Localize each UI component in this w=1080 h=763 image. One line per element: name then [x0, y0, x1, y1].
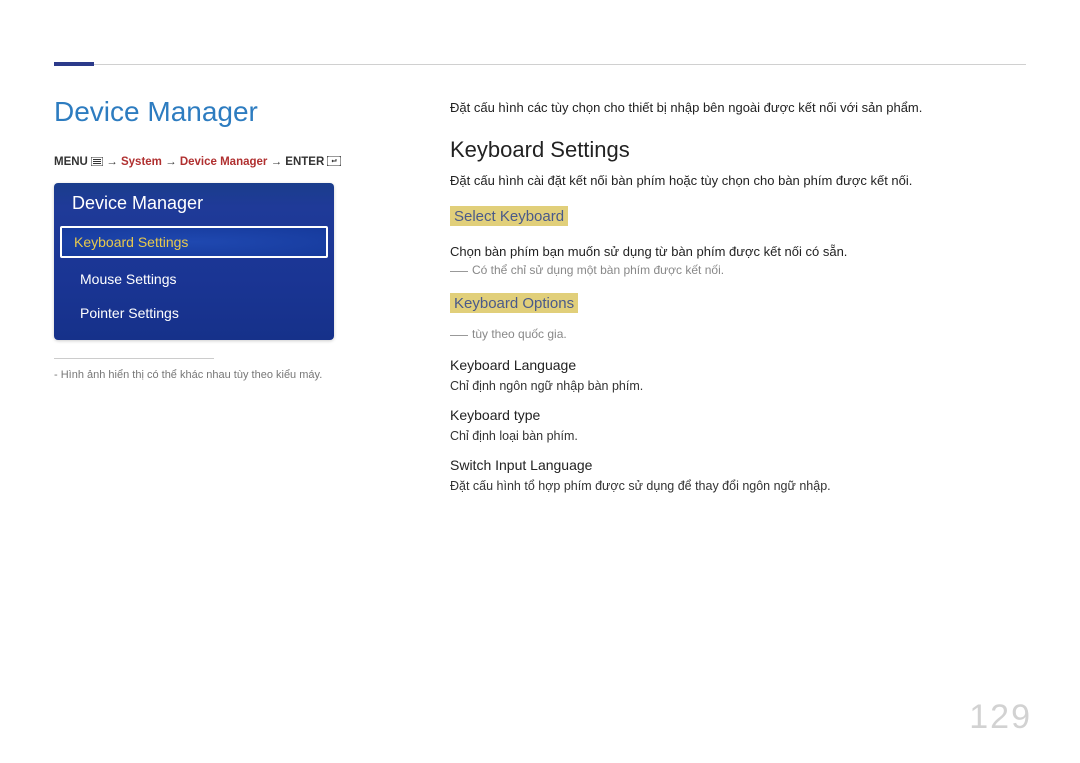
breadcrumb-arrow-1: → [106, 156, 121, 168]
menu-icon [91, 157, 103, 169]
note-dash-icon [450, 335, 468, 336]
section-title: Device Manager [54, 96, 384, 128]
note-dash-icon [450, 271, 468, 272]
note-divider [54, 358, 214, 359]
page-number: 129 [969, 698, 1032, 737]
header-divider [94, 64, 1026, 65]
heading-switch-input-language: Switch Input Language [450, 457, 1020, 473]
intro-text: Đặt cấu hình các tùy chọn cho thiết bị n… [450, 100, 1020, 115]
panel-item-keyboard-settings[interactable]: Keyboard Settings [60, 226, 328, 258]
heading-keyboard-type: Keyboard type [450, 407, 1020, 423]
breadcrumb: MENU → System → Device Manager → ENTER [54, 156, 384, 169]
breadcrumb-device-manager: Device Manager [180, 156, 268, 168]
desc-keyboard-type: Chỉ định loại bàn phím. [450, 429, 1020, 443]
desc-switch-input-language: Đặt cấu hình tổ hợp phím được sử dụng để… [450, 479, 1020, 493]
breadcrumb-arrow-2: → [165, 156, 180, 168]
panel-title: Device Manager [54, 183, 334, 222]
panel-item-label: Pointer Settings [80, 305, 179, 321]
breadcrumb-menu: MENU [54, 156, 88, 168]
header-accent-bar [54, 62, 94, 66]
breadcrumb-arrow-3: → [271, 156, 286, 168]
enter-icon [327, 156, 341, 169]
breadcrumb-enter: ENTER [285, 156, 324, 168]
note-select-keyboard: Có thể chỉ sử dụng một bàn phím được kết… [450, 263, 1020, 277]
heading-keyboard-settings: Keyboard Settings [450, 137, 1020, 163]
breadcrumb-system: System [121, 156, 162, 168]
heading-select-keyboard: Select Keyboard [450, 206, 568, 226]
desc-keyboard-settings: Đặt cấu hình cài đặt kết nối bàn phím ho… [450, 173, 1020, 188]
desc-keyboard-language: Chỉ định ngôn ngữ nhập bàn phím. [450, 379, 1020, 393]
panel-item-mouse-settings[interactable]: Mouse Settings [62, 262, 326, 296]
heading-keyboard-options: Keyboard Options [450, 293, 578, 313]
note-keyboard-options: tùy theo quốc gia. [450, 327, 1020, 341]
left-column: Device Manager MENU → System → Device Ma… [54, 96, 384, 384]
panel-item-label: Mouse Settings [80, 271, 177, 287]
desc-select-keyboard: Chọn bàn phím bạn muốn sử dụng từ bàn ph… [450, 244, 1020, 259]
panel-item-label: Keyboard Settings [74, 234, 188, 250]
heading-keyboard-language: Keyboard Language [450, 357, 1020, 373]
device-manager-panel: Device Manager Keyboard Settings Mouse S… [54, 183, 334, 340]
panel-item-pointer-settings[interactable]: Pointer Settings [62, 296, 326, 330]
right-column: Đặt cấu hình các tùy chọn cho thiết bị n… [450, 100, 1020, 497]
panel-note: - Hình ảnh hiển thị có thể khác nhau tùy… [54, 367, 384, 384]
